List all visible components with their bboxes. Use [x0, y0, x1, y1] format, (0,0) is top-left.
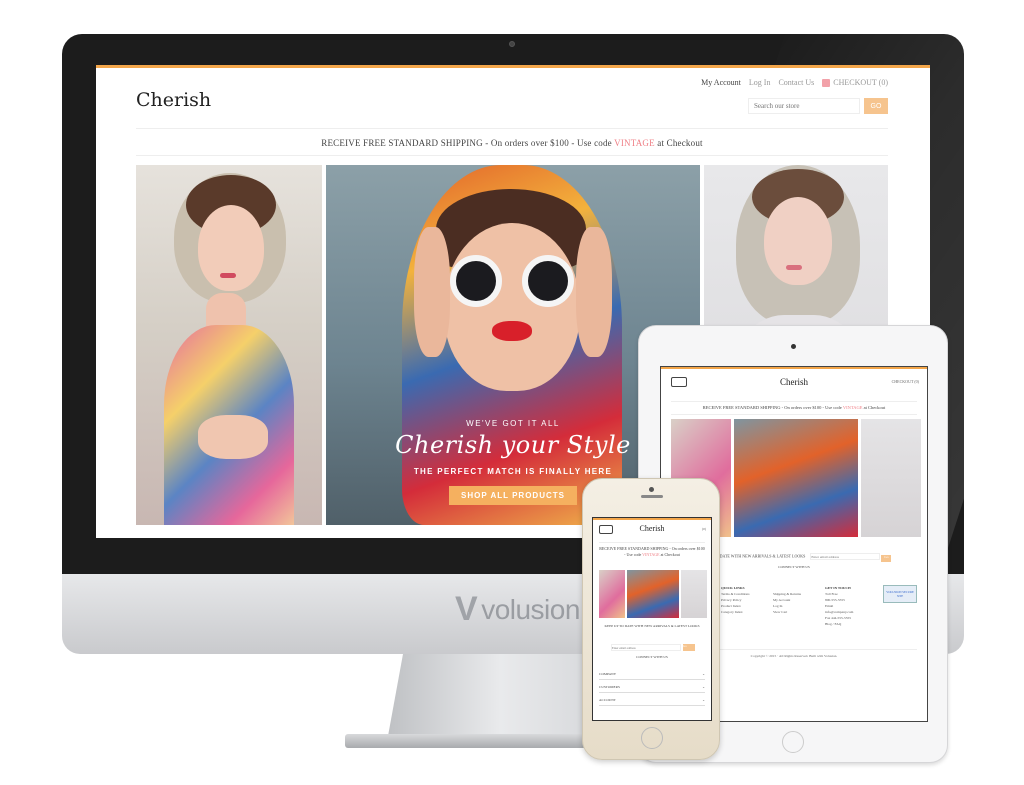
- accordion-customers[interactable]: CUSTOMERS ⌄: [599, 681, 705, 693]
- chevron-down-icon: ⌄: [702, 685, 705, 689]
- contact-link[interactable]: Contact Us: [778, 78, 814, 87]
- my-account-link[interactable]: My Account: [701, 78, 741, 87]
- phone-cart-link[interactable]: (0): [702, 527, 706, 531]
- shopping-bag-icon: [822, 78, 831, 87]
- accordion-account[interactable]: ACCOUNT ⌄: [599, 694, 705, 706]
- phone-device: Cherish (0) RECEIVE FREE STANDARD SHIPPI…: [582, 478, 720, 760]
- phone-newsletter-go-button[interactable]: Go: [683, 644, 695, 651]
- search-bar: GO: [748, 98, 888, 114]
- promo-banner: RECEIVE FREE STANDARD SHIPPING - On orde…: [136, 128, 888, 156]
- footer-link[interactable]: Category Index: [721, 609, 761, 615]
- phone-promo-suffix: at Checkout: [659, 551, 680, 557]
- store-logo[interactable]: Cherish: [136, 89, 211, 111]
- accent-bar: [96, 65, 930, 68]
- footer-link[interactable]: Blog / FAQ: [825, 621, 865, 627]
- search-go-button[interactable]: GO: [864, 98, 888, 114]
- tablet-newsletter-go-button[interactable]: Go: [881, 554, 892, 562]
- search-input[interactable]: [748, 98, 860, 114]
- phone-store-logo[interactable]: Cherish: [593, 524, 711, 533]
- secure-site-badge: VOLUSION SECURE SITE: [883, 585, 917, 603]
- checkout-link[interactable]: CHECKOUT (0): [822, 78, 888, 87]
- phone-connect: CONNECT WITH US: [636, 655, 668, 659]
- footer-col-contact: GET IN TOUCH Toll Free 800-555-5555 Emai…: [825, 585, 865, 627]
- phone-promo-code: VINTAGE: [642, 551, 660, 557]
- phone-newsletter-form: Go: [611, 644, 695, 651]
- imac-camera: [509, 41, 515, 47]
- phone-email-input[interactable]: [611, 644, 681, 651]
- tablet-accent-bar: [661, 367, 927, 369]
- phone-hero-banner[interactable]: [599, 570, 707, 618]
- phone-accent-bar: [593, 518, 711, 520]
- tablet-checkout-link[interactable]: CHECKOUT (0): [892, 379, 919, 384]
- phone-camera: [649, 487, 654, 492]
- tablet-store-logo[interactable]: Cherish: [661, 377, 927, 387]
- tablet-camera: [791, 344, 796, 349]
- footer-col-account: Shipping & Returns My Account Log In Vie…: [773, 585, 813, 627]
- tablet-promo-banner: RECEIVE FREE STANDARD SHIPPING - On orde…: [671, 401, 917, 415]
- tablet-promo-suffix: at Checkout: [862, 405, 886, 410]
- hero-image-left: [136, 165, 322, 525]
- phone-screen: Cherish (0) RECEIVE FREE STANDARD SHIPPI…: [592, 517, 712, 721]
- top-links: My Account Log In Contact Us CHECKOUT (0…: [701, 78, 888, 87]
- footer-link[interactable]: View Cart: [773, 609, 813, 615]
- promo-prefix: RECEIVE FREE STANDARD SHIPPING - On orde…: [321, 138, 615, 148]
- tablet-promo-prefix: RECEIVE FREE STANDARD SHIPPING - On orde…: [702, 405, 843, 410]
- tablet-home-button: [782, 731, 804, 753]
- tablet-email-input[interactable]: [810, 553, 881, 560]
- accordion-label: CUSTOMERS: [599, 685, 620, 689]
- accordion-company[interactable]: COMPANY ⌄: [599, 668, 705, 680]
- volusion-logo: V volusion: [455, 590, 580, 629]
- chevron-down-icon: ⌄: [702, 672, 705, 676]
- checkout-label: CHECKOUT (0): [833, 78, 888, 87]
- shop-all-products-button[interactable]: SHOP ALL PRODUCTS: [449, 486, 577, 505]
- footer-col-quick-links: QUICK LINKS Terms & Conditions Privacy P…: [721, 585, 761, 627]
- login-link[interactable]: Log In: [749, 78, 771, 87]
- promo-suffix: at Checkout: [654, 138, 703, 148]
- volusion-v-icon: V: [455, 590, 478, 628]
- accordion-label: ACCOUNT: [599, 698, 616, 702]
- promo-code: VINTAGE: [614, 138, 655, 148]
- volusion-wordmark: volusion: [481, 593, 580, 625]
- phone-speaker: [641, 495, 663, 498]
- phone-promo-banner: RECEIVE FREE STANDARD SHIPPING - On orde…: [599, 542, 705, 557]
- phone-newsletter-label: KEEP UP TO DATE WITH NEW ARRIVALS & LATE…: [604, 624, 700, 628]
- chevron-down-icon: ⌄: [702, 698, 705, 702]
- tablet-promo-code: VINTAGE: [842, 405, 863, 410]
- phone-home-button: [641, 727, 663, 749]
- accordion-label: COMPANY: [599, 672, 617, 676]
